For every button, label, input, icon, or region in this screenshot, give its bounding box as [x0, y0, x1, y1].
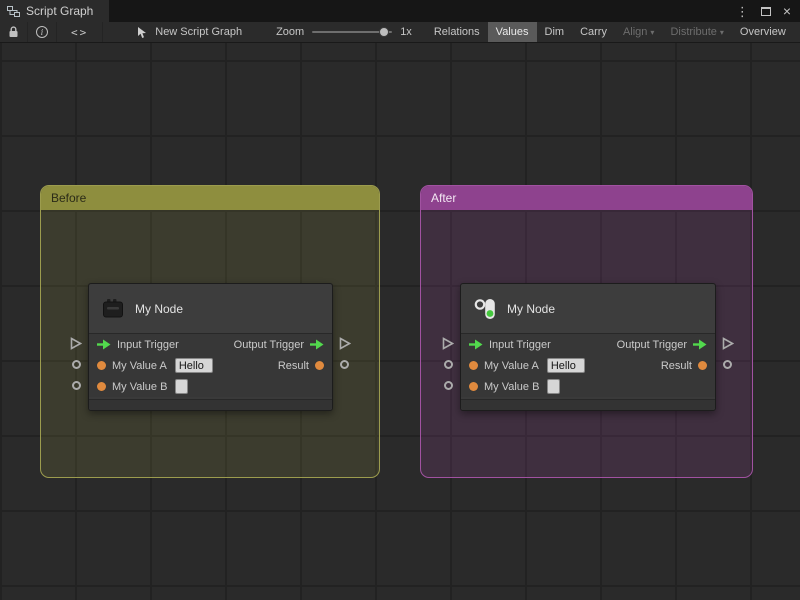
node-row-value-b: My Value B [89, 376, 332, 397]
zoom-control: Zoom 1x [276, 26, 412, 38]
flow-machine-icon [103, 298, 123, 317]
value-a-input[interactable] [174, 358, 213, 373]
value-b-label: My Value B [112, 380, 168, 393]
zoom-slider-handle[interactable] [379, 27, 390, 37]
node-row-value-a: My Value A Result [89, 355, 332, 376]
zoom-value: 1x [400, 26, 412, 38]
distribute-label: Distribute [670, 26, 717, 38]
group-label: After [431, 191, 457, 205]
node-row-value-a: My Value A Result [461, 355, 715, 376]
new-script-graph-button[interactable]: New Script Graph [127, 26, 252, 39]
fullscreen-button[interactable]: Full Screen [794, 22, 800, 42]
flow-port-icon[interactable] [693, 339, 707, 350]
info-button[interactable]: i [28, 22, 57, 42]
node-header[interactable]: My Node [461, 284, 715, 334]
tab-title: Script Graph [26, 4, 94, 18]
lock-button[interactable] [0, 22, 28, 42]
flow-port-outer[interactable] [442, 337, 454, 350]
code-button[interactable]: <> [57, 22, 104, 42]
value-a-label: My Value A [112, 359, 167, 372]
node-my-node-before[interactable]: My Node Input Trigger Output Trigger My … [88, 283, 333, 411]
toolbar: i <> New Script Graph Zoom 1x Relations … [0, 22, 800, 43]
overview-button[interactable]: Overview [732, 22, 794, 42]
flow-port-icon[interactable] [97, 339, 111, 350]
info-icon: i [36, 26, 48, 38]
output-trigger-label: Output Trigger [616, 338, 687, 351]
maximize-icon[interactable] [760, 6, 771, 16]
flow-port-outer[interactable] [70, 337, 82, 350]
value-b-input[interactable] [547, 379, 561, 394]
value-b-label: My Value B [484, 380, 540, 393]
group-label: Before [51, 191, 87, 205]
lock-icon [9, 26, 18, 37]
value-port-icon[interactable] [315, 361, 324, 370]
script-graph-window: Script Graph ⋮ × i <> New Script Graph Z… [0, 0, 800, 600]
value-port-icon[interactable] [469, 382, 478, 391]
group-header[interactable]: After [421, 186, 752, 210]
value-port-icon[interactable] [97, 361, 106, 370]
code-icon: <> [71, 25, 89, 39]
value-a-input[interactable] [546, 358, 585, 373]
node-footer [461, 399, 715, 410]
node-header[interactable]: My Node [89, 284, 332, 334]
value-port-outer[interactable] [444, 360, 453, 369]
dim-button[interactable]: Dim [537, 22, 573, 42]
tab-bar: Script Graph ⋮ × [0, 0, 800, 22]
zoom-label: Zoom [276, 26, 305, 38]
input-trigger-label: Input Trigger [489, 338, 551, 351]
distribute-button: Distribute ▾ [662, 22, 731, 42]
window-controls: ⋮ × [736, 0, 800, 22]
node-row-triggers: Input Trigger Output Trigger [89, 334, 332, 355]
relations-button[interactable]: Relations [426, 22, 488, 42]
value-port-icon[interactable] [469, 361, 478, 370]
node-title: My Node [507, 301, 556, 316]
new-script-graph-label: New Script Graph [155, 26, 243, 38]
script-machine-icon [474, 298, 495, 319]
value-port-outer[interactable] [444, 381, 453, 390]
value-port-outer[interactable] [340, 360, 349, 369]
chevron-down-icon: ▾ [719, 27, 724, 37]
close-icon[interactable]: × [783, 4, 791, 18]
kebab-menu-icon[interactable]: ⋮ [736, 5, 749, 18]
graph-icon [7, 5, 20, 17]
output-trigger-label: Output Trigger [233, 338, 304, 351]
node-footer [89, 399, 332, 410]
result-label: Result [660, 359, 692, 372]
flow-port-icon[interactable] [469, 339, 483, 350]
value-port-icon[interactable] [97, 382, 106, 391]
value-port-outer[interactable] [723, 360, 732, 369]
node-row-value-b: My Value B [461, 376, 715, 397]
toolbar-buttons: Relations Values Dim Carry Align ▾ Distr… [426, 22, 800, 42]
carry-button[interactable]: Carry [572, 22, 615, 42]
align-button: Align ▾ [615, 22, 662, 42]
node-row-triggers: Input Trigger Output Trigger [461, 334, 715, 355]
chevron-down-icon: ▾ [650, 27, 655, 37]
value-port-outer[interactable] [72, 381, 81, 390]
values-button[interactable]: Values [487, 22, 537, 42]
value-port-icon[interactable] [698, 361, 707, 370]
value-port-outer[interactable] [72, 360, 81, 369]
graph-canvas[interactable]: Before After My Node Input Trigger Outpu… [0, 43, 800, 600]
align-label: Align [622, 26, 648, 38]
zoom-slider[interactable] [312, 26, 393, 38]
node-my-node-after[interactable]: My Node Input Trigger Output Trigger My … [460, 283, 716, 411]
flow-port-outer[interactable] [339, 337, 351, 350]
flow-port-icon[interactable] [310, 339, 324, 350]
value-b-input[interactable] [175, 379, 189, 394]
result-label: Result [277, 359, 309, 372]
tab-script-graph[interactable]: Script Graph [0, 0, 110, 22]
node-title: My Node [135, 301, 184, 316]
group-header[interactable]: Before [41, 186, 379, 210]
flow-port-outer[interactable] [722, 337, 734, 350]
value-a-label: My Value A [484, 359, 539, 372]
cursor-icon [138, 26, 147, 38]
input-trigger-label: Input Trigger [117, 338, 179, 351]
